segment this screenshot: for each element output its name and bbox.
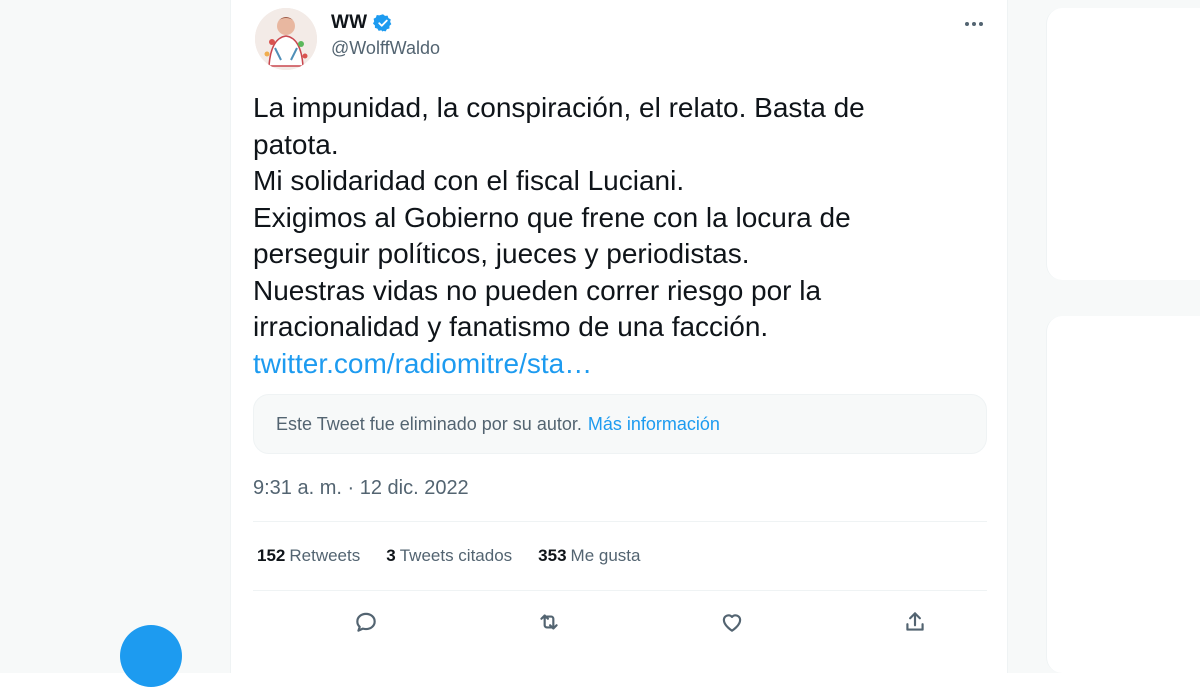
likes-stat[interactable]: 353 Me gusta [538, 546, 640, 566]
tweet-text-line: Mi solidaridad con el fiscal Luciani. [253, 165, 685, 196]
tweet-text-line: patota. [253, 128, 339, 160]
avatar[interactable] [255, 8, 317, 70]
divider [253, 590, 987, 591]
more-options-icon[interactable] [959, 12, 989, 36]
quotes-label: Tweets citados [399, 546, 513, 565]
deleted-notice-text: Este Tweet fue eliminado por su autor. [276, 413, 582, 434]
tweet-text-line: perseguir políticos, jueces y periodista… [253, 238, 750, 269]
tweet-stats: 152 Retweets 3 Tweets citados 353 Me gusta [257, 546, 640, 566]
quotes-stat[interactable]: 3 Tweets citados [386, 546, 512, 566]
author-handle[interactable]: @WolffWaldo [331, 38, 440, 59]
tweet-timestamp[interactable]: 9:31 a. m. · 12 dic. 2022 [253, 477, 469, 500]
likes-label: Me gusta [570, 546, 641, 565]
tweet-text-line: La impunidad, la conspiración, el relato… [253, 92, 865, 123]
more-info-link[interactable]: Más información [588, 414, 720, 435]
retweets-count: 152 [257, 546, 286, 565]
tweet-link[interactable]: twitter.com/radiomitre/sta… [253, 346, 953, 383]
deleted-quoted-tweet-notice: Este Tweet fue eliminado por su autor. M… [253, 394, 987, 454]
tweet-text: La impunidad, la conspiración, el relato… [253, 90, 953, 382]
like-icon[interactable] [714, 604, 750, 640]
side-panel-card [1046, 316, 1200, 673]
retweets-stat[interactable]: 152 Retweets [257, 546, 360, 566]
avatar-illustration-icon [255, 8, 317, 70]
retweets-label: Retweets [289, 546, 361, 565]
verified-badge-icon [373, 14, 392, 32]
reply-icon[interactable] [348, 604, 384, 640]
share-icon[interactable] [897, 604, 933, 640]
tweet-text-line: irracionalidad y fanatismo de una facció… [253, 311, 769, 342]
retweet-icon[interactable] [531, 604, 567, 640]
tweet-actions-bar [253, 604, 987, 640]
side-panel-card [1046, 8, 1200, 280]
divider [253, 521, 987, 522]
author-name: WW [331, 12, 368, 33]
quotes-count: 3 [386, 546, 396, 565]
author-name-row[interactable]: WW [331, 12, 393, 34]
tweet-text-line: Exigimos al Gobierno que frene con la lo… [253, 201, 851, 233]
tweet-text-line: Nuestras vidas no pueden correr riesgo p… [253, 274, 822, 306]
compose-tweet-button[interactable] [120, 625, 182, 687]
tweet-card: WW @WolffWaldo La impunidad, la conspira… [230, 0, 1008, 673]
likes-count: 353 [538, 546, 567, 565]
